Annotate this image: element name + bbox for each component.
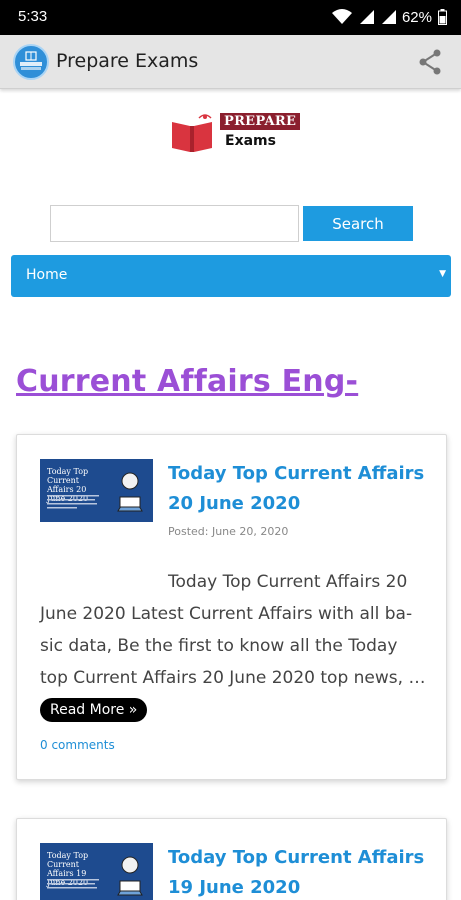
post-card: Today Top Current Affairs 20 June 2020 T… <box>16 434 447 780</box>
thumbnail-lines <box>47 495 103 510</box>
post-thumbnail[interactable]: Today Top Current Affairs 20 June 2020 <box>40 459 153 522</box>
post-card: Today Top Current Affairs 19 June 2020 T… <box>16 818 447 900</box>
status-time: 5:33 <box>18 8 48 25</box>
signal-icon-2 <box>380 9 396 25</box>
post-title[interactable]: Today Top Current Affairs 20 June 2020 <box>168 459 428 519</box>
nav-dropdown[interactable]: Home ▼ <box>11 255 451 297</box>
search-input[interactable] <box>50 205 299 242</box>
status-bar: 5:33 62% <box>0 0 461 35</box>
book-logo-icon <box>172 114 212 152</box>
thumbnail-lines <box>47 879 103 894</box>
post-excerpt-text: Today Top Current Affairs 20 June 2020 L… <box>40 572 426 688</box>
battery-percent: 62% <box>401 8 432 26</box>
category-title[interactable]: Current Affairs Eng- <box>16 364 358 399</box>
post-title[interactable]: Today Top Current Affairs 19 June 2020 <box>168 843 428 900</box>
status-icons: 62% <box>331 6 447 28</box>
app-logo[interactable] <box>13 44 49 80</box>
app-bar: Prepare Exams <box>0 35 461 89</box>
nav-selected: Home <box>26 267 68 283</box>
post-thumbnail[interactable]: Today Top Current Affairs 19 June 2020 <box>40 843 153 900</box>
logo-text-top: PREPARE <box>220 113 301 130</box>
wifi-icon <box>331 9 352 25</box>
post-date: Posted: June 20, 2020 <box>168 525 289 538</box>
dropdown-caret-icon: ▼ <box>439 269 446 279</box>
reader-figure-icon <box>117 472 143 512</box>
post-excerpt: Today Top Current Affairs 20 June 2020 L… <box>40 566 430 726</box>
book-logo-icon <box>20 51 42 70</box>
site-logo[interactable]: PREPARE Exams <box>168 106 301 158</box>
battery-icon <box>438 9 447 25</box>
search-button[interactable]: Search <box>303 206 413 241</box>
comments-link[interactable]: 0 comments <box>40 738 115 752</box>
share-button[interactable] <box>417 48 445 76</box>
read-more-button[interactable]: Read More » <box>40 698 148 722</box>
signal-icon <box>358 9 374 25</box>
reader-figure-icon <box>117 856 143 896</box>
logo-text-bottom: Exams <box>225 133 276 149</box>
app-title: Prepare Exams <box>56 50 199 72</box>
share-icon <box>419 49 441 75</box>
